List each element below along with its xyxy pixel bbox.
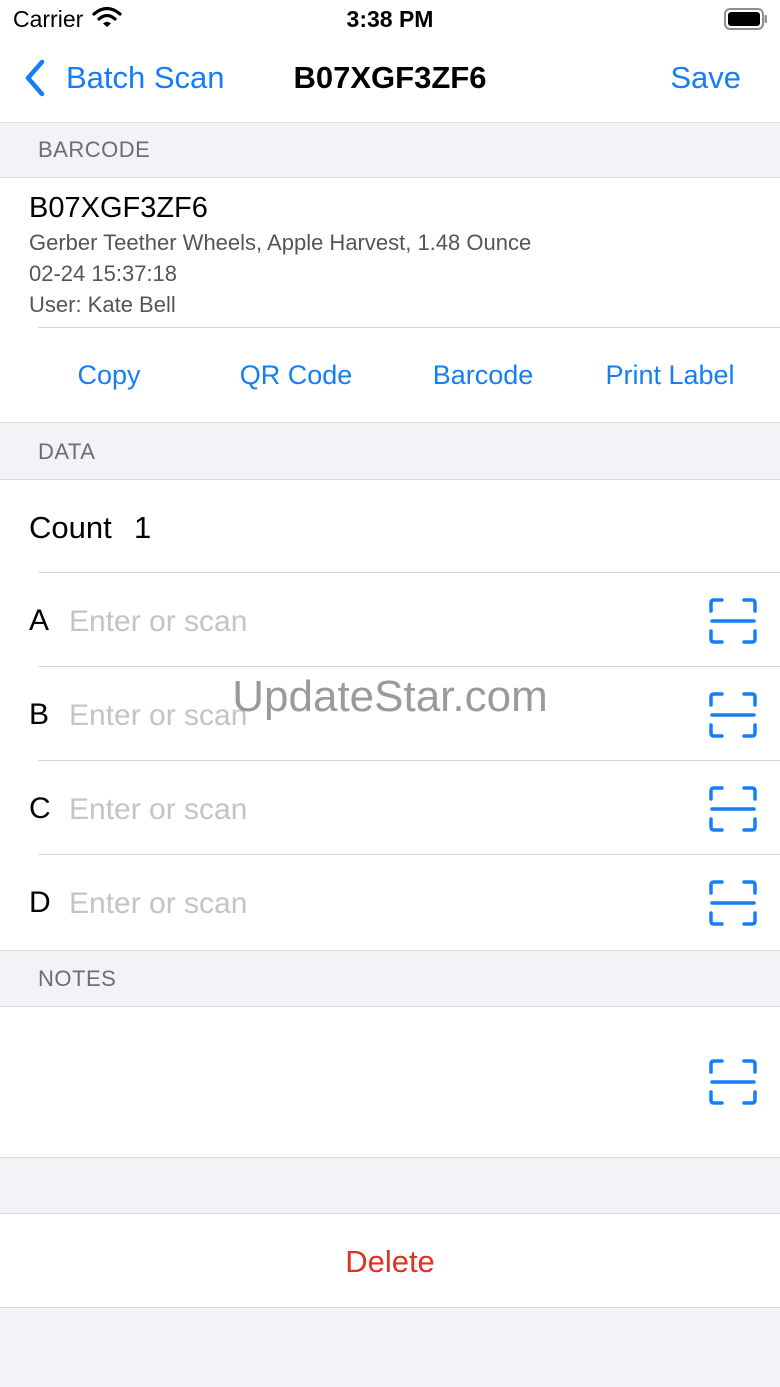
barcode-card: B07XGF3ZF6 Gerber Teether Wheels, Apple … [0,178,780,422]
data-header-label: DATA [38,439,96,464]
delete-card: Delete [0,1214,780,1307]
product-description: Gerber Teether Wheels, Apple Harvest, 1.… [29,230,532,255]
print-label-button[interactable]: Print Label [605,360,734,391]
field-label-a: A [29,604,50,637]
scan-timestamp: 02-24 15:37:18 [29,261,178,286]
field-label-b: B [29,698,50,731]
scan-icon[interactable] [709,598,757,644]
notes-input[interactable] [29,1027,683,1141]
divider [38,666,780,667]
barcode-header-label: BARCODE [38,137,151,162]
navigation-bar: Batch Scan B07XGF3ZF6 Save [0,40,780,122]
qr-code-button[interactable]: QR Code [240,360,353,391]
divider [38,572,780,573]
scan-icon[interactable] [709,786,757,832]
notes-header-label: NOTES [38,966,117,991]
divider [38,854,780,855]
divider [38,760,780,761]
save-button[interactable]: Save [670,60,741,96]
page-title: B07XGF3ZF6 [293,60,487,95]
field-a-input[interactable] [69,597,669,647]
field-label-d: D [29,886,51,919]
notes-section-header: NOTES [0,950,780,1007]
field-label-c: C [29,792,51,825]
status-bar: Carrier 3:38 PM [0,0,780,40]
barcode-button[interactable]: Barcode [433,360,534,391]
count-value: 1 [134,510,152,545]
divider [0,1307,780,1308]
barcode-section-header: BARCODE [0,122,780,178]
barcode-value: B07XGF3ZF6 [29,192,208,224]
field-c-input[interactable] [69,785,669,835]
delete-button[interactable]: Delete [0,1244,780,1280]
scan-icon[interactable] [709,1059,757,1105]
field-b-input[interactable] [69,691,669,741]
field-d-input[interactable] [69,879,669,929]
data-section-header: DATA [0,422,780,480]
notes-card [0,1007,780,1157]
scan-icon[interactable] [709,692,757,738]
data-card: Count 1 A B C D [0,480,780,950]
status-time: 3:38 PM [346,6,434,32]
count-label: Count [29,510,112,545]
scan-user: User: Kate Bell [29,292,176,317]
divider [0,1157,780,1158]
copy-button[interactable]: Copy [77,360,140,391]
battery-icon [724,8,767,30]
divider [38,327,780,328]
scan-icon[interactable] [709,880,757,926]
